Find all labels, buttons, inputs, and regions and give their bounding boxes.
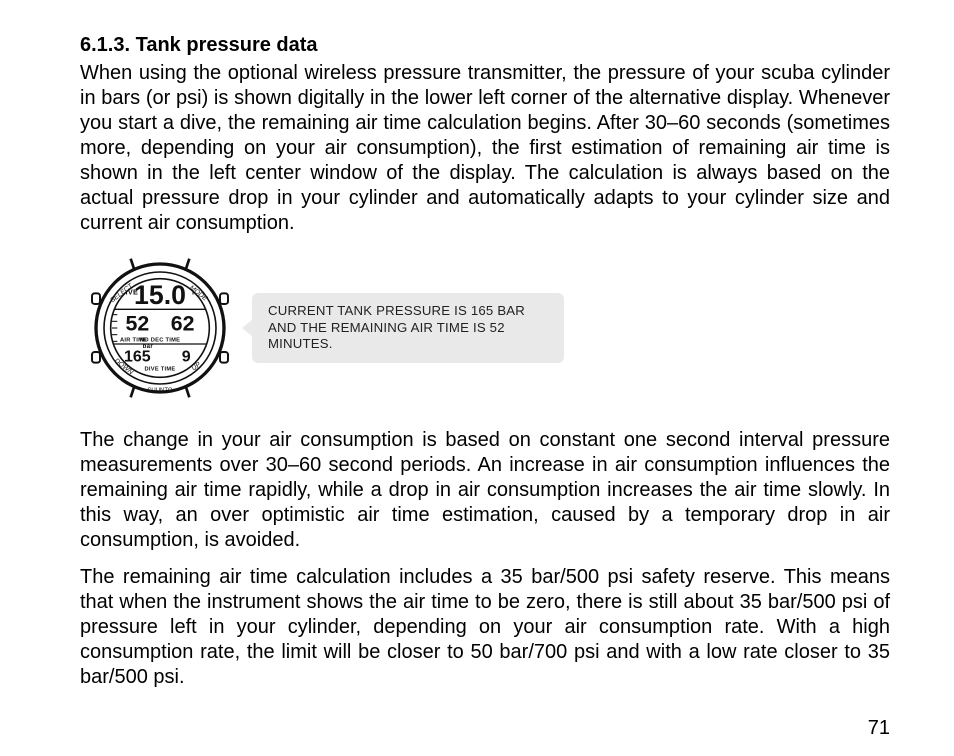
paragraph-3: The remaining air time calculation inclu… [80,565,890,690]
svg-text:15.0: 15.0 [134,280,186,310]
figure-row: SELECT MODE DOWN UP SUUNTO DIVE 15.0 m [80,248,890,408]
svg-text:DIVE TIME: DIVE TIME [145,367,176,373]
paragraph-2: The change in your air consumption is ba… [80,428,890,553]
manual-page: 6.1.3. Tank pressure data When using the… [0,0,954,756]
callout-container: CURRENT TANK PRESSURE IS 165 BAR AND THE… [252,293,564,363]
section-heading: 6.1.3. Tank pressure data [80,34,890,57]
dive-computer-svg: SELECT MODE DOWN UP SUUNTO DIVE 15.0 m [80,248,240,408]
svg-text:52: 52 [125,312,149,336]
section-title-text: Tank pressure data [136,34,318,56]
svg-text:165: 165 [124,348,151,365]
paragraph-1: When using the optional wireless pressur… [80,61,890,236]
page-number: 71 [868,717,890,740]
section-number: 6.1.3. [80,34,130,56]
callout-text: CURRENT TANK PRESSURE IS 165 BAR AND THE… [268,303,525,351]
svg-text:9: 9 [182,348,191,365]
callout-bubble: CURRENT TANK PRESSURE IS 165 BAR AND THE… [252,293,564,363]
svg-text:SUUNTO: SUUNTO [147,388,173,394]
svg-text:62: 62 [171,312,195,336]
dive-computer-illustration: SELECT MODE DOWN UP SUUNTO DIVE 15.0 m [80,248,240,408]
